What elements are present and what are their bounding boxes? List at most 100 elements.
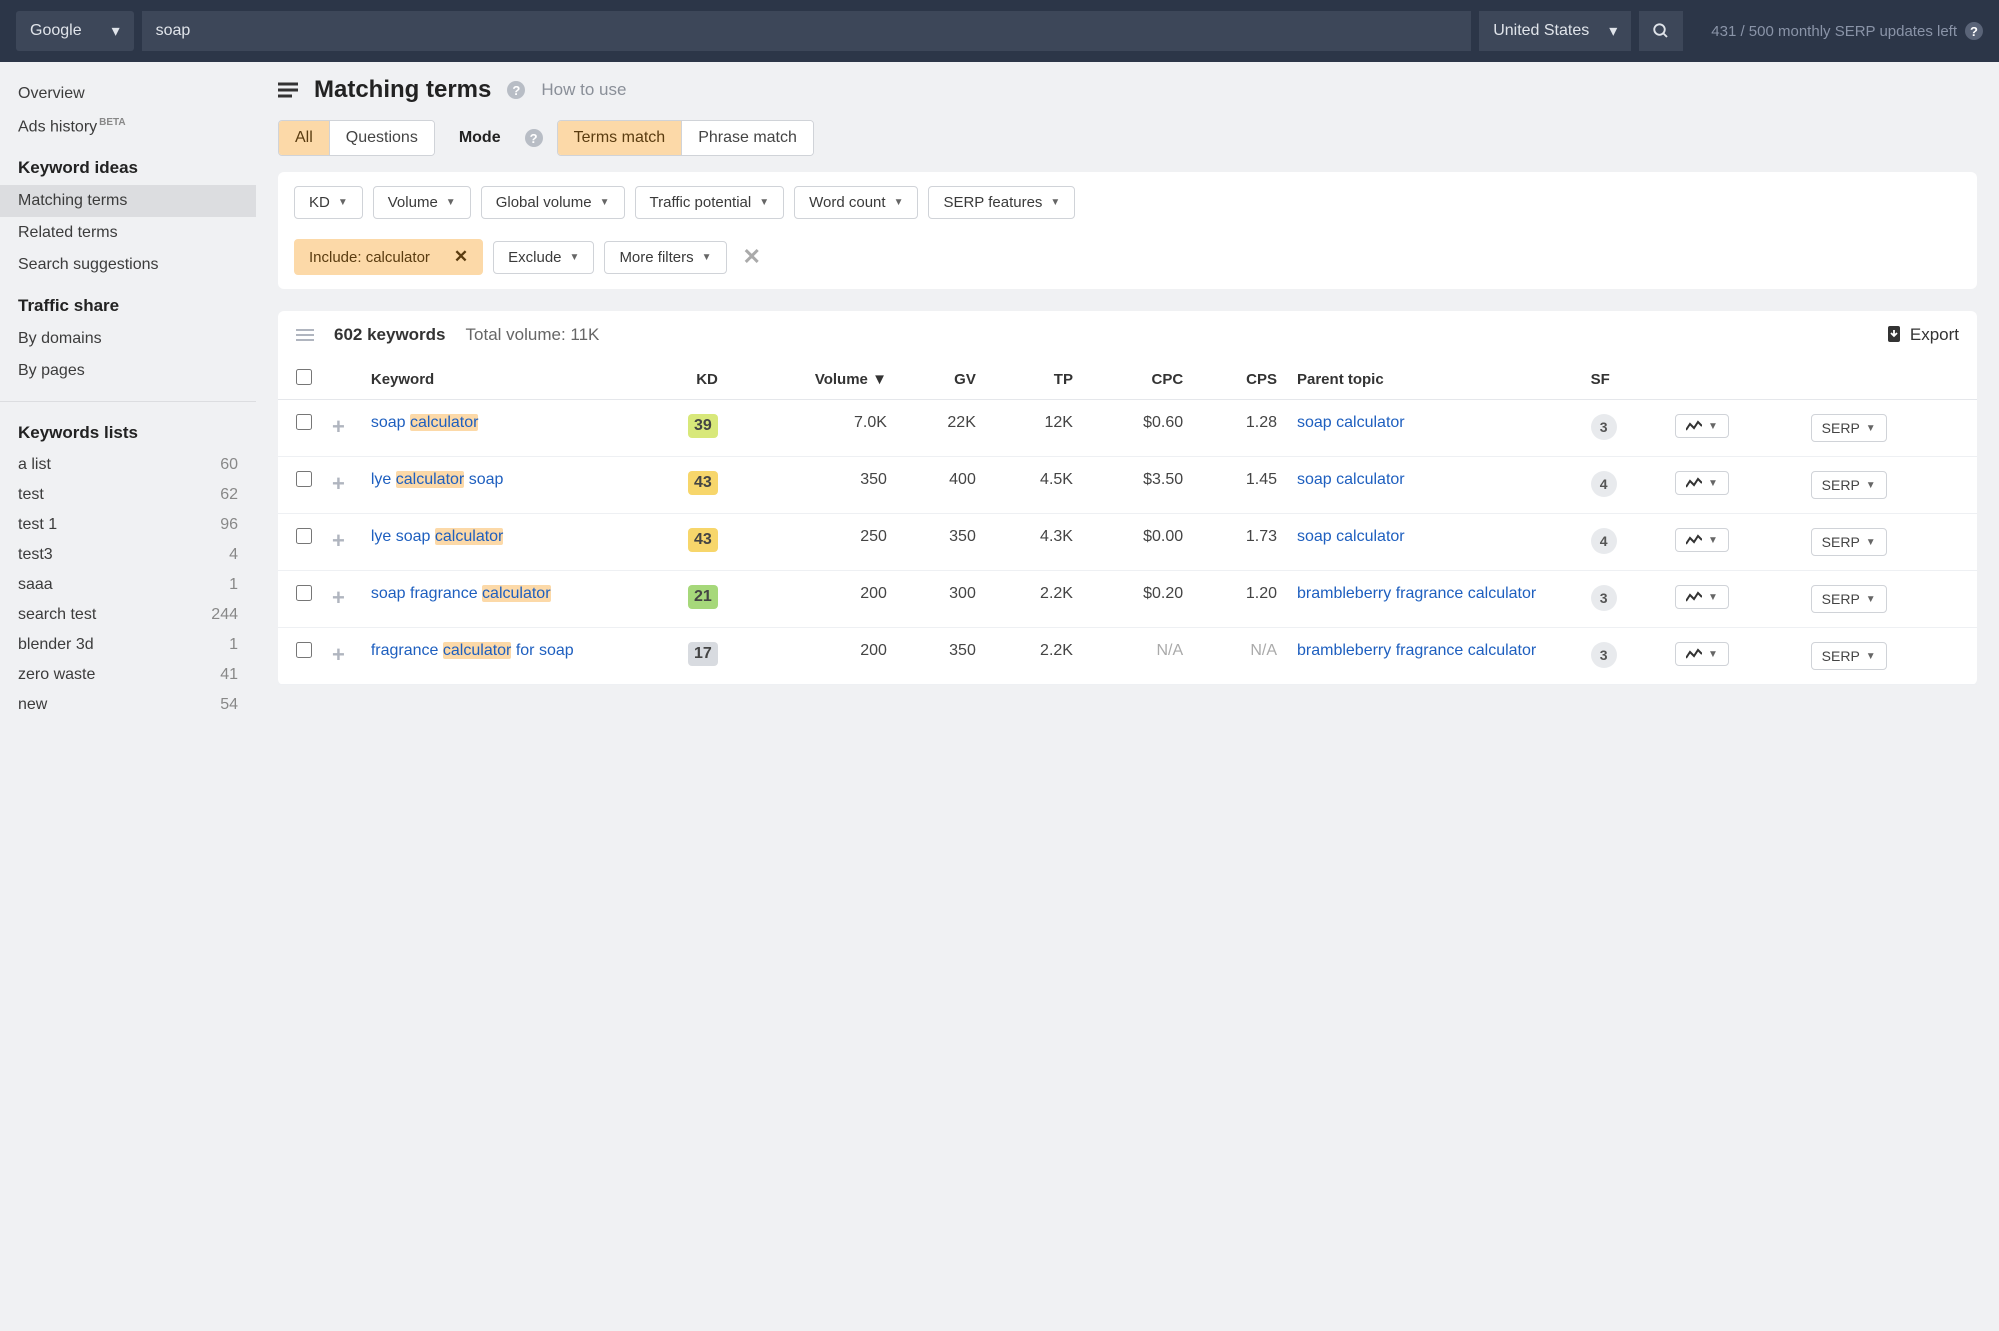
chevron-down-icon: ▼ <box>1866 537 1876 548</box>
filter-serp-features[interactable]: SERP features▼ <box>928 186 1075 219</box>
segment-terms-match[interactable]: Terms match <box>558 121 683 155</box>
chevron-down-icon: ▼ <box>1708 421 1718 432</box>
sidebar-item-search-suggestions[interactable]: Search suggestions <box>0 249 256 281</box>
filter-volume[interactable]: Volume▼ <box>373 186 471 219</box>
sidebar-item-by-domains[interactable]: By domains <box>0 323 256 355</box>
keyword-list-item[interactable]: saaa1 <box>0 570 256 600</box>
trend-button[interactable]: ▼ <box>1675 528 1729 552</box>
keyword-list-item[interactable]: test 196 <box>0 510 256 540</box>
keyword-list-item[interactable]: test62 <box>0 480 256 510</box>
trend-button[interactable]: ▼ <box>1675 471 1729 495</box>
filter-exclude[interactable]: Exclude▼ <box>493 241 594 274</box>
col-sf[interactable]: SF <box>1581 359 1665 400</box>
keyword-link[interactable]: lye soap calculator <box>371 528 504 545</box>
search-button[interactable] <box>1639 11 1683 51</box>
filter-more[interactable]: More filters▼ <box>604 241 726 274</box>
list-options-icon[interactable] <box>296 328 314 342</box>
clear-filters-icon[interactable]: ✕ <box>737 244 767 270</box>
table-row: + soap fragrance calculator 21 200 300 2… <box>278 571 1977 628</box>
parent-topic-link[interactable]: soap calculator <box>1297 528 1405 545</box>
engine-label: Google <box>30 22 82 40</box>
help-icon[interactable]: ? <box>525 129 543 147</box>
add-to-list-icon[interactable]: + <box>332 642 351 667</box>
help-icon[interactable]: ? <box>507 81 525 99</box>
search-input[interactable] <box>142 11 1472 51</box>
how-to-use-link[interactable]: How to use <box>541 80 626 100</box>
row-checkbox[interactable] <box>296 414 312 430</box>
serp-button[interactable]: SERP▼ <box>1811 414 1887 442</box>
keyword-list-item[interactable]: search test244 <box>0 600 256 630</box>
keyword-list-item[interactable]: a list60 <box>0 450 256 480</box>
filter-word-count[interactable]: Word count▼ <box>794 186 918 219</box>
serp-button[interactable]: SERP▼ <box>1811 471 1887 499</box>
parent-topic-link[interactable]: brambleberry fragrance calculator <box>1297 642 1536 659</box>
trend-button[interactable]: ▼ <box>1675 642 1729 666</box>
close-icon[interactable]: ✕ <box>448 247 474 267</box>
keyword-link[interactable]: soap calculator <box>371 414 479 431</box>
sidebar-section-traffic-share: Traffic share <box>0 289 256 323</box>
page-title: Matching terms <box>314 76 491 104</box>
add-to-list-icon[interactable]: + <box>332 585 351 610</box>
serp-button[interactable]: SERP▼ <box>1811 585 1887 613</box>
col-keyword[interactable]: Keyword <box>361 359 636 400</box>
sidebar-item-ads-history[interactable]: Ads historyBETA <box>0 110 256 143</box>
row-checkbox[interactable] <box>296 585 312 601</box>
serp-button[interactable]: SERP▼ <box>1811 642 1887 670</box>
country-select[interactable]: United States ▾ <box>1479 11 1631 51</box>
parent-topic-link[interactable]: soap calculator <box>1297 414 1405 431</box>
list-count: 96 <box>220 516 238 534</box>
col-gv[interactable]: GV <box>897 359 986 400</box>
col-volume[interactable]: Volume ▼ <box>728 359 897 400</box>
sidebar-item-by-pages[interactable]: By pages <box>0 355 256 387</box>
col-cps[interactable]: CPS <box>1193 359 1287 400</box>
filter-global-volume[interactable]: Global volume▼ <box>481 186 625 219</box>
segment-phrase-match[interactable]: Phrase match <box>682 121 813 155</box>
kd-badge: 17 <box>688 642 718 666</box>
kd-badge: 43 <box>688 471 718 495</box>
filter-include-chip[interactable]: Include: calculator ✕ <box>294 239 483 275</box>
cell-volume: 250 <box>728 514 897 571</box>
parent-topic-link[interactable]: brambleberry fragrance calculator <box>1297 585 1536 602</box>
engine-select[interactable]: Google ▾ <box>16 11 134 51</box>
sf-badge[interactable]: 3 <box>1591 642 1617 668</box>
parent-topic-link[interactable]: soap calculator <box>1297 471 1405 488</box>
select-all-checkbox[interactable] <box>296 369 312 385</box>
filter-traffic-potential[interactable]: Traffic potential▼ <box>635 186 785 219</box>
help-icon[interactable]: ? <box>1965 22 1983 40</box>
row-checkbox[interactable] <box>296 528 312 544</box>
segment-questions[interactable]: Questions <box>330 121 434 155</box>
chevron-down-icon: ▼ <box>338 197 348 208</box>
sf-badge[interactable]: 4 <box>1591 471 1617 497</box>
sf-badge[interactable]: 3 <box>1591 585 1617 611</box>
keyword-link[interactable]: soap fragrance calculator <box>371 585 551 602</box>
col-tp[interactable]: TP <box>986 359 1083 400</box>
keyword-list-item[interactable]: test34 <box>0 540 256 570</box>
serp-button[interactable]: SERP▼ <box>1811 528 1887 556</box>
col-cpc[interactable]: CPC <box>1083 359 1193 400</box>
export-button[interactable]: Export <box>1886 325 1959 345</box>
keyword-list-item[interactable]: new54 <box>0 690 256 720</box>
segment-all[interactable]: All <box>279 121 330 155</box>
filter-kd[interactable]: KD▼ <box>294 186 363 219</box>
keyword-list-item[interactable]: zero waste41 <box>0 660 256 690</box>
add-to-list-icon[interactable]: + <box>332 414 351 439</box>
sidebar-item-overview[interactable]: Overview <box>0 78 256 110</box>
sidebar-item-matching-terms[interactable]: Matching terms <box>0 185 256 217</box>
row-checkbox[interactable] <box>296 471 312 487</box>
sf-badge[interactable]: 3 <box>1591 414 1617 440</box>
col-parent[interactable]: Parent topic <box>1287 359 1581 400</box>
chevron-down-icon: ▼ <box>1708 649 1718 660</box>
add-to-list-icon[interactable]: + <box>332 471 351 496</box>
add-to-list-icon[interactable]: + <box>332 528 351 553</box>
sf-badge[interactable]: 4 <box>1591 528 1617 554</box>
keyword-link[interactable]: fragrance calculator for soap <box>371 642 574 659</box>
col-kd[interactable]: KD <box>636 359 728 400</box>
sidebar-item-related-terms[interactable]: Related terms <box>0 217 256 249</box>
trend-button[interactable]: ▼ <box>1675 414 1729 438</box>
row-checkbox[interactable] <box>296 642 312 658</box>
keyword-list-item[interactable]: blender 3d1 <box>0 630 256 660</box>
keyword-link[interactable]: lye calculator soap <box>371 471 504 488</box>
menu-icon[interactable] <box>278 82 298 98</box>
country-label: United States <box>1493 22 1589 40</box>
trend-button[interactable]: ▼ <box>1675 585 1729 609</box>
